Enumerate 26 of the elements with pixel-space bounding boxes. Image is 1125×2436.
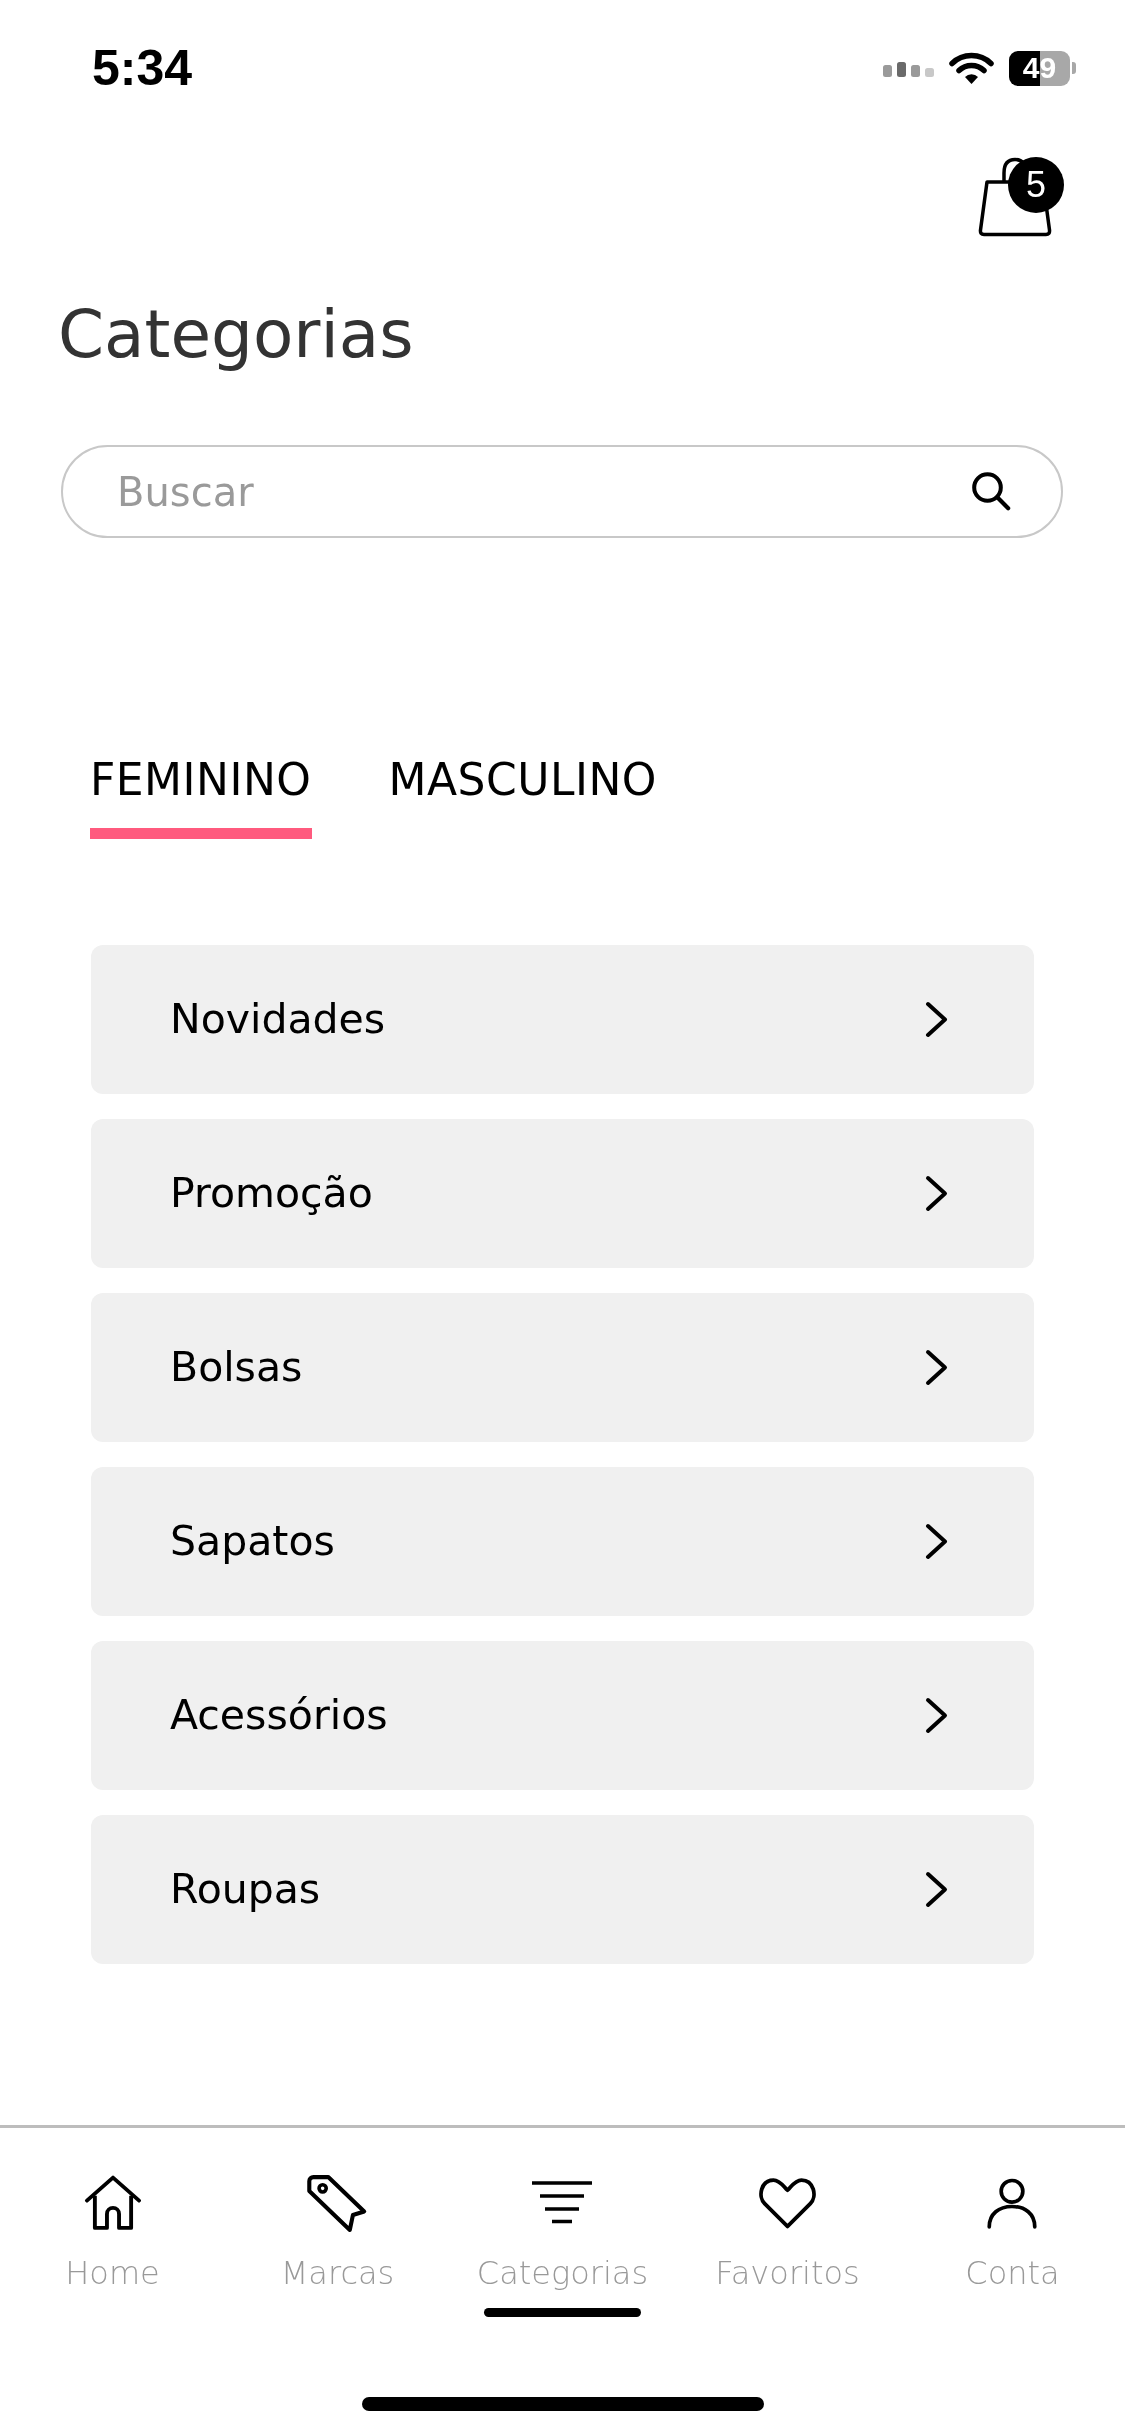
tag-icon (306, 2173, 369, 2233)
chevron-right-icon (925, 1523, 948, 1560)
filter-icon (532, 2181, 593, 2225)
category-item[interactable]: Roupas (91, 1815, 1034, 1964)
category-item[interactable]: Bolsas (91, 1293, 1034, 1442)
chevron-right-icon (925, 1697, 948, 1734)
category-item[interactable]: Acessórios (91, 1641, 1034, 1790)
user-icon (986, 2177, 1039, 2229)
category-item[interactable]: Sapatos (91, 1467, 1034, 1616)
chevron-right-icon (925, 1175, 948, 1212)
category-item[interactable]: Promoção (91, 1119, 1034, 1268)
home-icon (83, 2175, 142, 2231)
search-icon (970, 470, 1012, 512)
category-tab[interactable]: FEMININO (90, 758, 312, 839)
category-item[interactable]: Novidades (91, 945, 1034, 1094)
heart-icon (757, 2177, 818, 2229)
cart-button[interactable]: 5 (966, 156, 1064, 237)
wifi-icon (949, 51, 994, 85)
chevron-right-icon (925, 1001, 948, 1038)
chevron-right-icon (925, 1871, 948, 1908)
chevron-right-icon (925, 1349, 948, 1386)
cart-badge: 5 (1008, 157, 1064, 213)
signal-icon (883, 59, 934, 77)
category-tab[interactable]: MASCULINO (388, 758, 657, 839)
search-field[interactable]: Buscar (61, 445, 1063, 538)
status-time: 5:34 (92, 43, 193, 93)
